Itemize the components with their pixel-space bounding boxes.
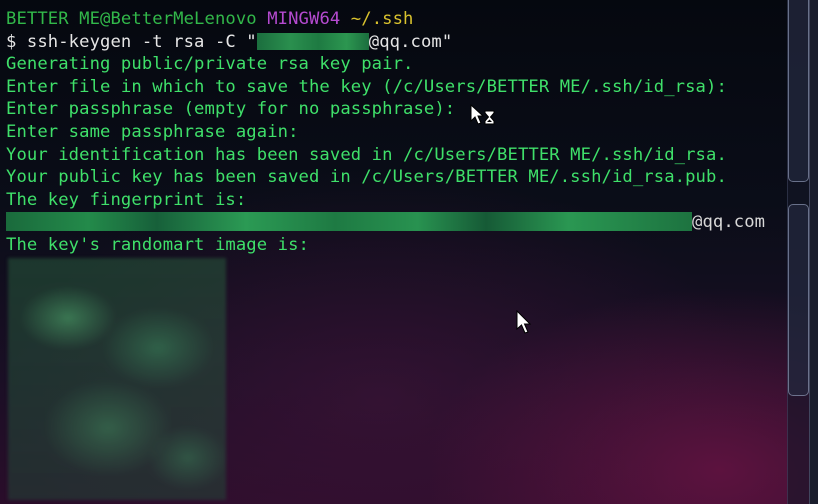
redacted-email-block [256, 32, 369, 50]
arrow-cursor-icon [516, 309, 534, 340]
prompt-path: ~/.ssh [350, 9, 414, 29]
prompt-user-host: BETTER ME@BetterMeLenovo [6, 9, 257, 29]
redacted-fingerprint-block [6, 212, 692, 232]
terminal-output[interactable]: BETTER ME@BetterMeLenovo MINGW64 ~/.ssh … [6, 8, 786, 257]
output-line: Enter file in which to save the key (/c/… [6, 76, 727, 97]
command-prefix: $ ssh-keygen -t rsa -C " [6, 31, 257, 52]
redacted-randomart-image [8, 258, 226, 500]
fingerprint-line: @qq.com [6, 211, 786, 234]
randomart-heading: The key's randomart image is: [6, 234, 309, 255]
output-line: Your identification has been saved in /c… [6, 144, 727, 165]
command-line: $ ssh-keygen -t rsa -C " @qq.com" [6, 31, 786, 54]
output-line: Your public key has been saved in /c/Use… [6, 167, 727, 188]
output-line: Generating public/private rsa key pair. [6, 54, 414, 75]
window-edge [809, 0, 818, 504]
scrollbar-thumb-lower[interactable] [788, 204, 809, 396]
scrollbar-thumb[interactable] [788, 0, 809, 182]
prompt-line: BETTER ME@BetterMeLenovo MINGW64 ~/.ssh [6, 8, 786, 31]
output-line: Enter passphrase (empty for no passphras… [6, 99, 456, 120]
prompt-env: MINGW64 [267, 9, 341, 29]
output-line: The key fingerprint is: [6, 189, 247, 210]
output-line: Enter same passphrase again: [6, 121, 299, 142]
command-suffix: @qq.com" [368, 31, 453, 52]
arrow-hourglass-cursor-icon [470, 103, 498, 132]
fingerprint-suffix: @qq.com [692, 212, 766, 233]
scrollbar[interactable] [787, 0, 810, 504]
